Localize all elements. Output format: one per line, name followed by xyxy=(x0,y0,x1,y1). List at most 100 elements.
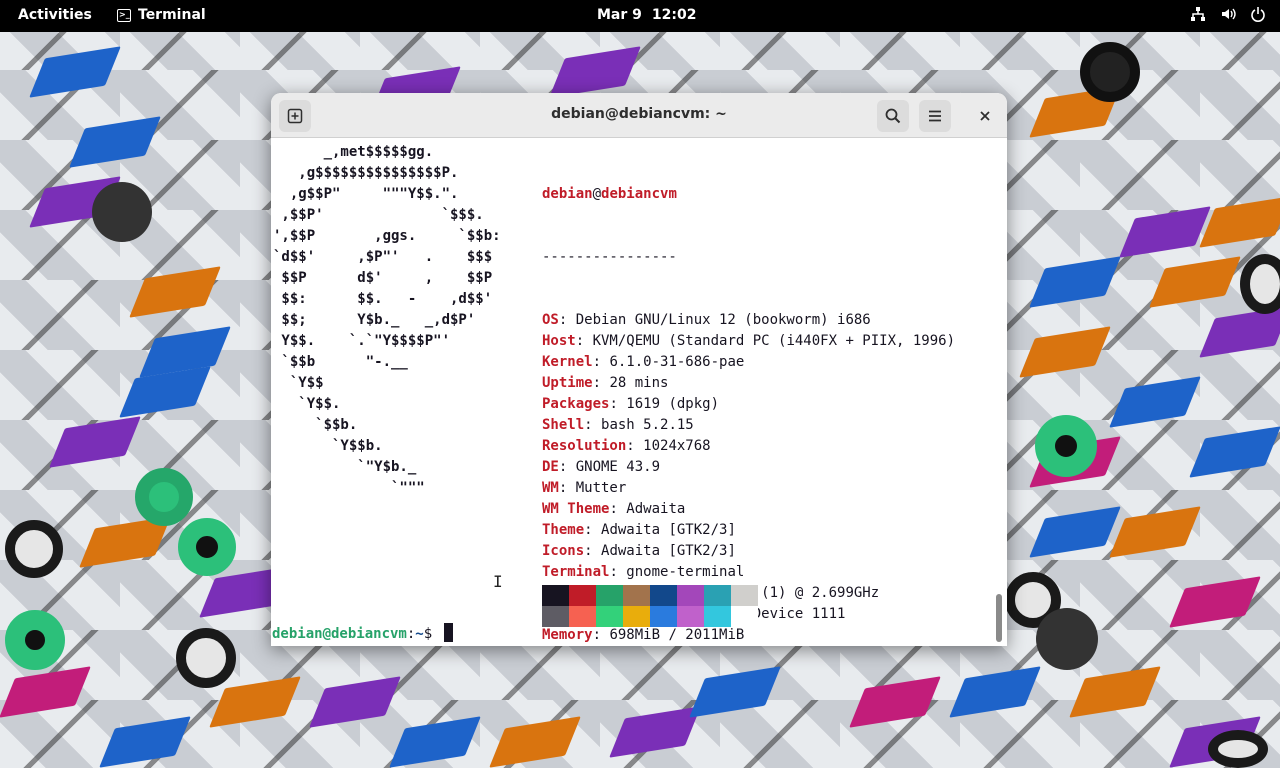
wallpaper-block xyxy=(69,116,161,168)
clock[interactable]: Mar 9 12:02 xyxy=(597,7,696,23)
search-button[interactable] xyxy=(877,100,909,132)
palette-swatch xyxy=(650,606,677,627)
palette-swatch xyxy=(650,585,677,606)
app-menu-label: Terminal xyxy=(138,7,206,23)
info-row: Memory: 698MiB / 2011MiB xyxy=(542,625,955,646)
info-value: Adwaita [GTK2/3] xyxy=(601,543,736,559)
wallpaper-cylinder xyxy=(1240,254,1280,314)
palette-swatch xyxy=(731,585,758,606)
info-colon: : xyxy=(558,312,576,328)
ascii-logo-line: $$P d$' , $$P xyxy=(273,270,493,286)
info-colon: : xyxy=(575,333,593,349)
info-key: Uptime xyxy=(542,375,593,391)
clock-date: Mar 9 xyxy=(597,7,642,23)
info-value: 1024x768 xyxy=(643,438,711,454)
scrollbar[interactable] xyxy=(996,594,1002,642)
info-key: Host xyxy=(542,333,576,349)
wallpaper-block xyxy=(1119,206,1211,258)
text-cursor xyxy=(443,623,453,642)
info-value: 28 mins xyxy=(609,375,669,391)
network-icon xyxy=(1190,6,1206,26)
wallpaper-block xyxy=(29,46,121,98)
wallpaper-cylinder xyxy=(135,468,193,526)
info-key: Memory xyxy=(542,627,593,643)
wallpaper-block xyxy=(689,666,781,718)
prompt-user-host: debian@debiancvm xyxy=(272,626,407,642)
mouse-ibeam-cursor: I xyxy=(493,572,503,591)
ascii-logo-line: ,g$$$$$$$$$$$$$$$P. xyxy=(273,165,459,181)
info-row: Theme: Adwaita [GTK2/3] xyxy=(542,520,955,541)
terminal-area[interactable]: _,met$$$$$gg. ,g$$$$$$$$$$$$$$$P. ,g$$P"… xyxy=(271,139,1007,646)
wallpaper-block xyxy=(99,716,191,768)
info-colon: : xyxy=(609,396,627,412)
activities-button[interactable]: Activities xyxy=(18,7,92,23)
ascii-logo-line: `d$$' ,$P"' . $$$ xyxy=(273,249,493,265)
palette-swatch xyxy=(704,585,731,606)
info-key: Terminal xyxy=(542,564,610,580)
wallpaper-block xyxy=(949,666,1041,718)
info-colon: : xyxy=(592,375,610,391)
wallpaper-block xyxy=(119,366,211,418)
info-row: Host: KVM/QEMU (Standard PC (i440FX + PI… xyxy=(542,331,955,352)
ascii-logo-line: `Y$$ xyxy=(273,375,324,391)
info-key: Kernel xyxy=(542,354,593,370)
info-key: Theme xyxy=(542,522,585,538)
info-value: 6.1.0-31-686-pae xyxy=(609,354,745,370)
info-key: Shell xyxy=(542,417,585,433)
info-value: Adwaita [GTK2/3] xyxy=(601,522,736,538)
info-key: Packages xyxy=(542,396,610,412)
terminal-icon: >_ xyxy=(117,8,131,22)
palette-swatch xyxy=(542,606,569,627)
info-key: DE xyxy=(542,459,559,475)
system-tray[interactable] xyxy=(1190,6,1266,26)
info-row: OS: Debian GNU/Linux 12 (bookworm) i686 xyxy=(542,310,955,331)
wallpaper-block xyxy=(609,706,701,758)
wallpaper-block xyxy=(129,266,221,318)
wallpaper-block xyxy=(1029,256,1121,308)
wallpaper-block xyxy=(849,676,941,728)
power-icon xyxy=(1250,6,1266,26)
info-value: Adwaita xyxy=(626,501,686,517)
palette-swatch xyxy=(596,606,623,627)
terminal-window: debian@debiancvm: ~ _,met$$$$$gg. ,g$$$$… xyxy=(271,93,1007,646)
info-at: @ xyxy=(592,186,602,202)
wallpaper-cylinder xyxy=(92,182,152,242)
palette-swatch xyxy=(704,606,731,627)
app-menu[interactable]: >_ Terminal xyxy=(117,7,206,23)
close-button[interactable] xyxy=(969,100,1001,132)
info-key: OS xyxy=(542,312,559,328)
info-value: bash 5.2.15 xyxy=(601,417,694,433)
wallpaper-cylinder xyxy=(5,520,63,578)
palette-row-top xyxy=(542,585,758,606)
info-value: 1619 (dpkg) xyxy=(626,396,720,412)
info-colon: : xyxy=(626,438,644,454)
wallpaper-block xyxy=(0,666,91,718)
info-row: Shell: bash 5.2.15 xyxy=(542,415,955,436)
info-key: Icons xyxy=(542,543,585,559)
wallpaper-cylinder xyxy=(1208,730,1268,768)
wallpaper-block xyxy=(1199,306,1280,358)
header-bar[interactable]: debian@debiancvm: ~ xyxy=(271,93,1007,138)
wallpaper-block xyxy=(549,46,641,98)
wallpaper-cylinder xyxy=(178,518,236,576)
info-row: DE: GNOME 43.9 xyxy=(542,457,955,478)
palette-swatch xyxy=(569,585,596,606)
search-icon xyxy=(885,108,901,124)
volume-icon xyxy=(1220,6,1236,26)
wallpaper-cylinder xyxy=(1080,42,1140,102)
info-row: Uptime: 28 mins xyxy=(542,373,955,394)
shell-prompt[interactable]: debian@debiancvm:~$ xyxy=(272,623,453,645)
wallpaper-cylinder xyxy=(5,610,65,670)
info-colon: : xyxy=(584,417,602,433)
palette-swatch xyxy=(596,585,623,606)
prompt-path: ~ xyxy=(415,626,424,642)
palette-swatch xyxy=(677,606,704,627)
main-menu-button[interactable] xyxy=(919,100,951,132)
ascii-logo-line: $$; Y$b._ _,d$P' xyxy=(273,312,476,328)
palette-swatch xyxy=(677,585,704,606)
palette-row-bottom xyxy=(542,606,758,627)
info-row: Terminal: gnome-terminal xyxy=(542,562,955,583)
clock-time: 12:02 xyxy=(651,7,697,23)
info-key: Resolution xyxy=(542,438,627,454)
wallpaper-block xyxy=(1109,506,1201,558)
